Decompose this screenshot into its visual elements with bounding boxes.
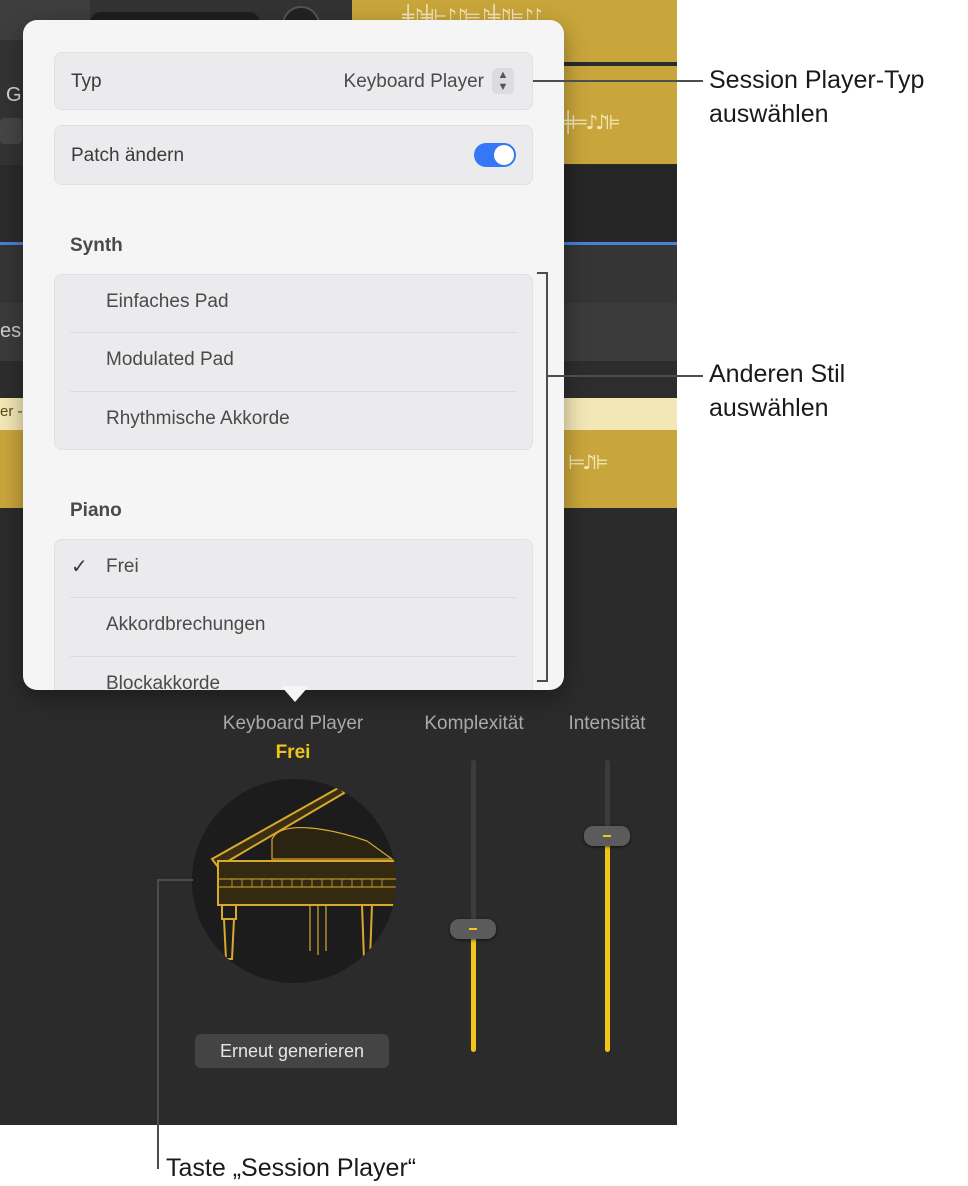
popover-arrow <box>281 686 309 702</box>
callout-line-type <box>533 80 703 82</box>
grand-piano-icon <box>210 785 396 960</box>
style-item-label: Rhythmische Akkorde <box>106 408 290 429</box>
type-selector[interactable]: Typ Keyboard Player ▲ ▼ <box>54 52 533 110</box>
patch-change-row: Patch ändern <box>54 125 533 185</box>
complexity-label: Komplexität <box>424 713 524 734</box>
player-title: Keyboard Player <box>222 713 364 734</box>
callout-line-button-h <box>157 879 193 881</box>
toggle-knob <box>494 145 514 165</box>
notation-icon: ╪⊨♪♪⊫ <box>562 110 620 134</box>
callout-line-style <box>546 375 703 377</box>
notation-icon: ⊨♪⊫ <box>568 450 607 474</box>
patch-label: Patch ändern <box>71 145 185 166</box>
style-item-label: Akkordbrechungen <box>106 614 266 635</box>
style-item-label: Modulated Pad <box>106 349 234 370</box>
synth-style-list: Einfaches Pad Modulated Pad Rhythmische … <box>54 274 533 450</box>
regenerate-button[interactable]: Erneut generieren <box>195 1034 389 1068</box>
callout-style-line1: Anderen Stil <box>709 360 846 388</box>
current-style-name: Frei <box>275 742 311 763</box>
complexity-thumb[interactable] <box>450 919 496 939</box>
style-item-label: Frei <box>106 556 139 577</box>
piano-style-list: ✓ Frei Akkordbrechungen Blockakkorde <box>54 539 533 690</box>
style-item-label: Blockakkorde <box>106 673 221 690</box>
callout-type-line2: auswählen <box>709 100 829 128</box>
callout-type-line1: Session Player-Typ <box>709 66 925 94</box>
patch-toggle[interactable] <box>474 143 516 167</box>
style-item[interactable]: Rhythmische Akkorde <box>55 392 532 450</box>
track-button[interactable] <box>0 118 22 144</box>
complexity-fill <box>471 929 476 1052</box>
style-item-label: Einfaches Pad <box>106 291 229 312</box>
callout-style-line2: auswählen <box>709 394 829 422</box>
type-value: Keyboard Player <box>343 71 484 92</box>
bracket-vertical <box>546 272 548 682</box>
style-item[interactable]: Modulated Pad <box>55 333 532 391</box>
callout-line-button-v <box>157 879 159 1169</box>
ruler-label: er - <box>0 403 23 420</box>
style-item-selected[interactable]: ✓ Frei <box>55 540 532 598</box>
session-player-button[interactable] <box>192 779 396 983</box>
style-item[interactable]: Akkordbrechungen <box>55 598 532 656</box>
bracket-bottom <box>537 680 548 682</box>
intensity-label: Intensität <box>568 713 646 734</box>
track-name-fragment: G <box>6 84 22 106</box>
intensity-thumb[interactable] <box>584 826 630 846</box>
checkmark-icon: ✓ <box>71 556 88 578</box>
style-popover: Typ Keyboard Player ▲ ▼ Patch ändern Synt… <box>23 20 564 690</box>
track-label-fragment: es <box>0 320 22 342</box>
section-heading-piano: Piano <box>70 500 122 521</box>
intensity-fill <box>605 836 610 1052</box>
chevron-updown-icon[interactable]: ▲ ▼ <box>492 68 514 94</box>
section-heading-synth: Synth <box>70 235 123 256</box>
callout-button-text: Taste „Session Player“ <box>166 1154 417 1182</box>
type-label: Typ <box>71 71 102 92</box>
style-item[interactable]: Einfaches Pad <box>55 275 532 333</box>
